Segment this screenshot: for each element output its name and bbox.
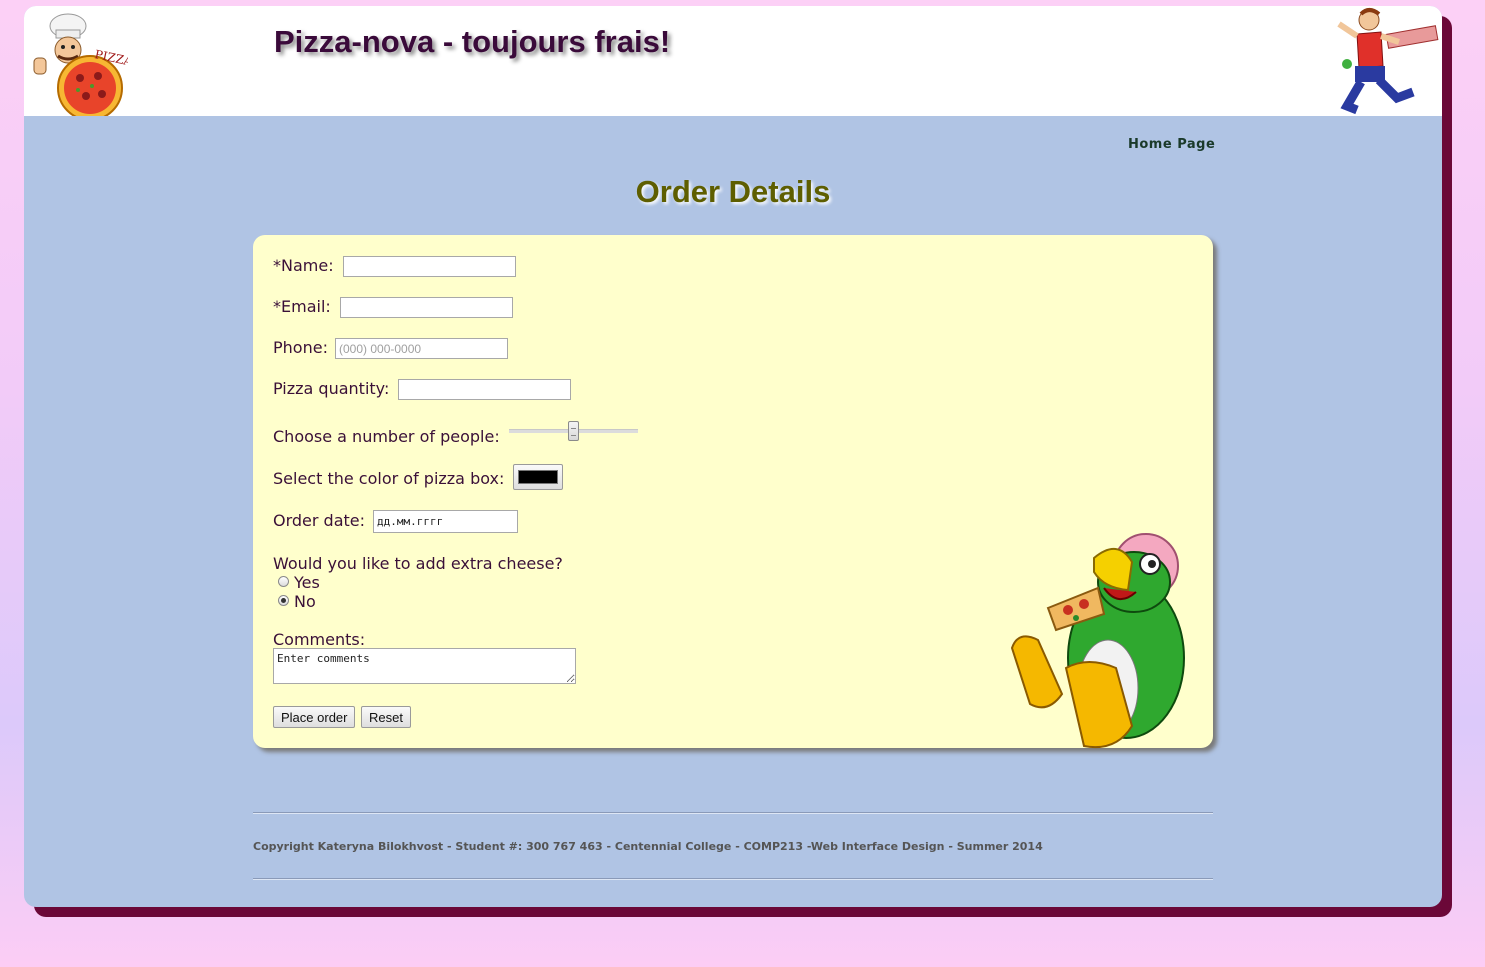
comments-textarea[interactable]: Enter comments xyxy=(273,648,576,684)
order-date-label: Order date: xyxy=(273,511,366,530)
email-input[interactable] xyxy=(340,297,513,318)
name-label: *Name: xyxy=(273,256,334,275)
cheese-yes-radio[interactable] xyxy=(278,576,289,587)
box-color-picker[interactable] xyxy=(513,464,563,490)
box-color-label: Select the color of pizza box: xyxy=(273,469,505,488)
copyright-text: Copyright Kateryna Bilokhvost - Student … xyxy=(253,840,1043,853)
box-color-swatch xyxy=(518,470,558,484)
chef-pizza-logo-icon: PIZZA xyxy=(33,13,128,116)
phone-label: Phone: xyxy=(273,338,328,357)
penguin-eating-pizza-icon xyxy=(1010,533,1185,748)
order-date-input[interactable]: дд.мм.гггг xyxy=(373,510,518,533)
site-header: PIZZA Pizza-nova - toujours frais! xyxy=(24,6,1442,116)
home-page-link[interactable]: Home Page xyxy=(1128,137,1215,152)
name-input[interactable] xyxy=(343,256,516,277)
pizza-delivery-runner-icon xyxy=(1337,8,1439,115)
footer-divider-bottom xyxy=(253,878,1213,880)
cheese-no-radio[interactable] xyxy=(278,595,289,606)
pizza-quantity-input[interactable] xyxy=(398,379,571,400)
people-label: Choose a number of people: xyxy=(273,427,500,446)
phone-input[interactable] xyxy=(335,338,508,359)
people-slider-thumb[interactable] xyxy=(568,421,579,441)
footer-divider-top xyxy=(253,812,1213,814)
pizza-quantity-label: Pizza quantity: xyxy=(273,379,390,398)
cheese-no-label[interactable]: No xyxy=(294,592,316,611)
extra-cheese-question: Would you like to add extra cheese? xyxy=(273,554,563,573)
comments-label: Comments: xyxy=(273,630,366,649)
reset-button[interactable]: Reset xyxy=(361,706,411,728)
site-title: Pizza-nova - toujours frais! xyxy=(274,24,671,59)
cheese-yes-label[interactable]: Yes xyxy=(294,573,320,592)
order-form: *Name: *Email: Phone: Pizza quantity: Ch… xyxy=(253,235,1213,748)
page-container: PIZZA Pizza-nova - toujours frais! Home … xyxy=(24,6,1442,907)
email-label: *Email: xyxy=(273,297,331,316)
place-order-button[interactable]: Place order xyxy=(273,706,356,728)
page-title: Order Details xyxy=(635,174,831,209)
